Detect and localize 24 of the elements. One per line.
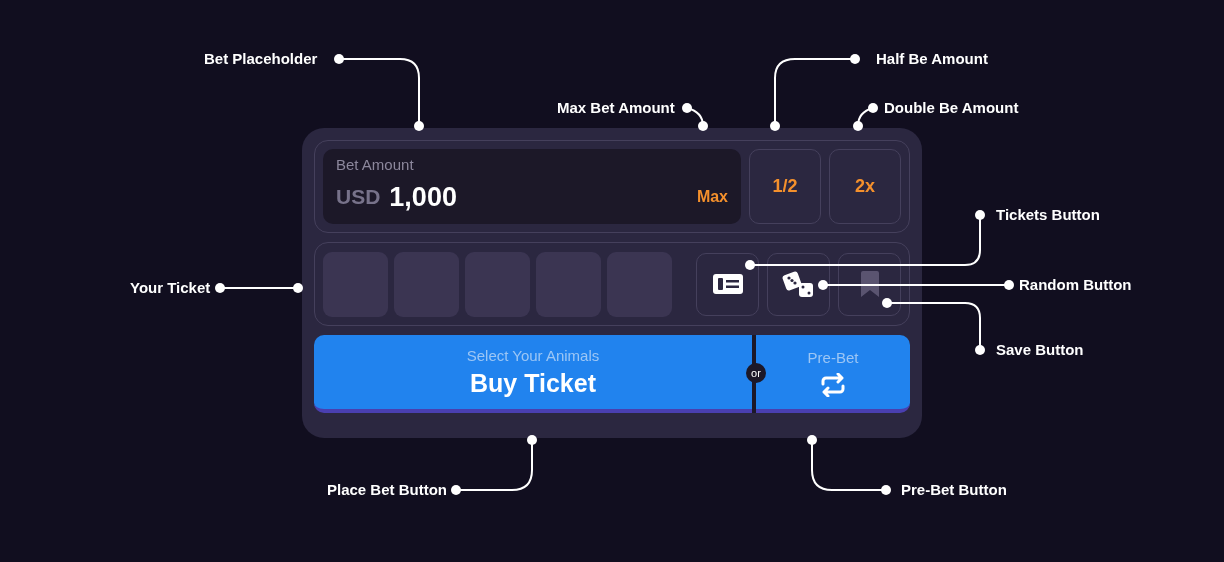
repeat-icon: [820, 372, 846, 397]
callout-label: Bet Placeholder: [204, 51, 318, 66]
callout-label: Tickets Button: [996, 207, 1100, 222]
amount-button[interactable]: 1/2: [749, 149, 821, 224]
ticket-icon: [712, 274, 743, 294]
callout-label: Place Bet Button: [327, 482, 447, 497]
dice-icon: [781, 270, 816, 298]
bookmark-icon: [860, 271, 879, 297]
callout-label: Your Ticket: [130, 280, 211, 295]
leader-line: [682, 103, 708, 131]
buy-ticket-button[interactable]: Select Your Animals Buy Ticket: [314, 335, 752, 413]
amount-value: 1,000: [389, 180, 457, 214]
amount-button[interactable]: 2x: [829, 149, 901, 224]
callout-label: Pre-Bet Button: [901, 482, 1007, 497]
field-label: Bet Amount: [336, 155, 415, 175]
tickets-button[interactable]: [696, 252, 759, 316]
callout-label: Half Be Amount: [876, 51, 988, 66]
max-button[interactable]: Max: [696, 184, 728, 209]
callout-label: Double Be Amount: [884, 100, 1019, 115]
currency-label: USD: [336, 184, 381, 211]
callout-label: Max Bet Amount: [557, 100, 675, 115]
callout-label: Save Button: [996, 342, 1084, 357]
callout-label: Random Button: [1019, 277, 1132, 292]
bet-amount-field[interactable]: Bet Amount USD 1,000 Max: [323, 149, 741, 224]
